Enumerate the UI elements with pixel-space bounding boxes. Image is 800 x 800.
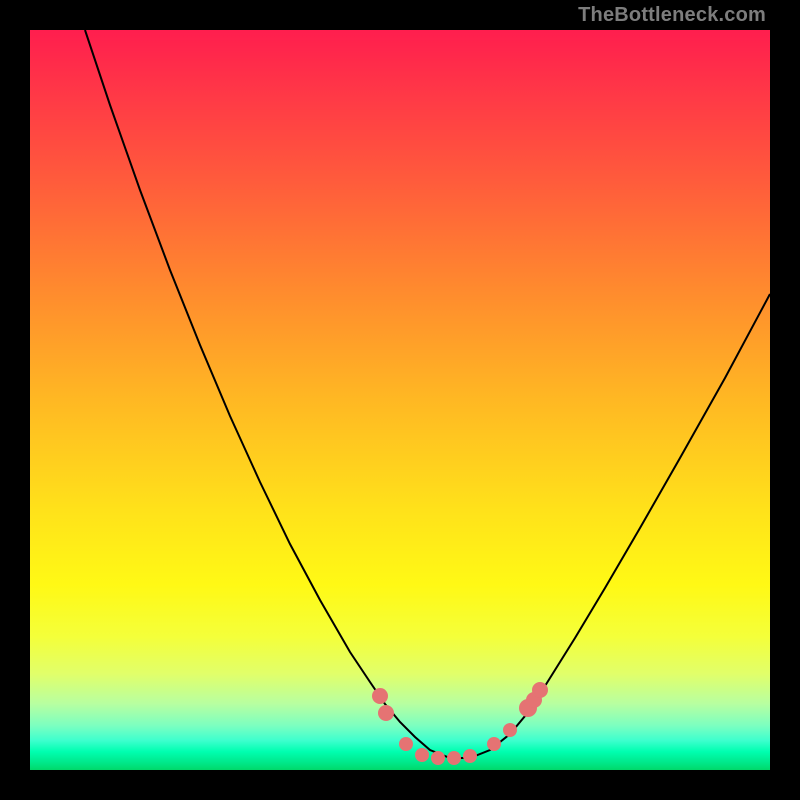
watermark-text: TheBottleneck.com (578, 4, 766, 27)
plot-area (30, 30, 770, 770)
chart-frame: TheBottleneck.com (0, 0, 800, 800)
severity-gradient-background (30, 30, 770, 770)
